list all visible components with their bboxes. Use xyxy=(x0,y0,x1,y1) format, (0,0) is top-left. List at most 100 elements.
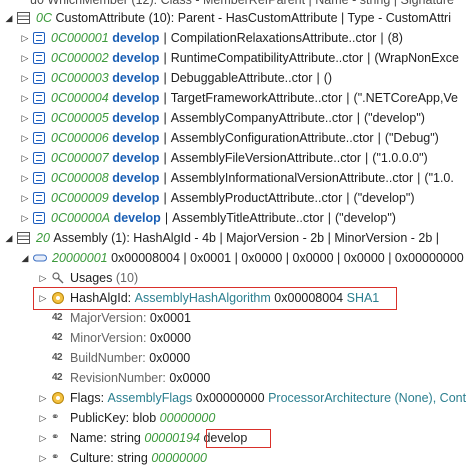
expand-arrow-icon[interactable]: ▷ xyxy=(38,293,48,303)
row-icon xyxy=(33,52,45,64)
row-arg: (".NETCoreApp,Ve xyxy=(353,91,459,105)
custom-attribute-row[interactable]: ▷ 0C000002 develop | RuntimeCompatibilityAt… xyxy=(0,48,476,68)
field-row[interactable]: 42 MinorVersion: 0x0000 xyxy=(0,328,476,348)
separator: | xyxy=(163,151,167,165)
row-name: develop xyxy=(112,171,160,185)
expand-arrow-icon[interactable]: ▷ xyxy=(38,273,48,283)
reference-icon: ⚭ xyxy=(51,452,60,463)
field-row[interactable]: 42 RevisionNumber: 0x0000 xyxy=(0,368,476,388)
name-string: develop xyxy=(203,431,248,445)
row-id: 0C000007 xyxy=(51,151,109,165)
hash-name: SHA1 xyxy=(346,291,380,305)
usages-node[interactable]: ▷ Usages (10) xyxy=(0,268,476,288)
expand-arrow-icon[interactable]: ▷ xyxy=(20,153,30,163)
custom-attribute-row[interactable]: ▷ 0C000003 develop | DebuggableAttribute..c… xyxy=(0,68,476,88)
custom-attribute-row[interactable]: ▷ 0C000004 develop | TargetFrameworkAttribu… xyxy=(0,88,476,108)
hashalgid-node[interactable]: ▷ HashAlgId: AssemblyHashAlgorithm 0x000… xyxy=(0,288,476,308)
separator: | xyxy=(163,171,167,185)
row-icon xyxy=(33,32,45,44)
flags-node[interactable]: ▷ Flags: AssemblyFlags 0x00000000 Proces… xyxy=(0,388,476,408)
field-label: BuildNumber: xyxy=(70,351,146,365)
separator: | xyxy=(164,211,169,225)
hash-label: HashAlgId: xyxy=(70,291,132,305)
expand-arrow-icon[interactable]: ▷ xyxy=(20,53,30,63)
field-row[interactable]: 42 BuildNumber: 0x0000 xyxy=(0,348,476,368)
custom-attribute-row[interactable]: ▷ 0C000007 develop | AssemblyFileVersionAtt… xyxy=(0,148,476,168)
expand-arrow-icon[interactable]: ▷ xyxy=(20,133,30,143)
expand-arrow-icon[interactable]: ▷ xyxy=(20,93,30,103)
custom-attribute-row[interactable]: ▷ 0C000009 develop | AssemblyProductAttribu… xyxy=(0,188,476,208)
number-icon: 42 xyxy=(52,372,63,383)
row-name: develop xyxy=(112,31,160,45)
field-row[interactable]: 42 MajorVersion: 0x0001 xyxy=(0,308,476,328)
tree-node-customattribute[interactable]: ◢ 0C CustomAttribute (10): Parent - HasC… xyxy=(0,8,476,28)
expand-arrow-icon[interactable]: ▷ xyxy=(38,453,48,463)
name-type: string xyxy=(110,431,141,445)
separator: | xyxy=(377,131,381,145)
field-label: MinorVersion: xyxy=(70,331,147,345)
row-arg: ("develop") xyxy=(363,111,425,125)
row-arg: ("1.0. xyxy=(424,171,454,185)
expand-arrow-icon[interactable]: ▷ xyxy=(20,193,30,203)
expand-arrow-icon[interactable]: ▷ xyxy=(20,173,30,183)
expand-arrow-icon[interactable]: ◢ xyxy=(4,233,14,243)
row-icon xyxy=(33,152,45,164)
custom-attribute-row[interactable]: ▷ 0C000006 develop | AssemblyConfigurationA… xyxy=(0,128,476,148)
custom-attribute-row[interactable]: ▷ 0C000001 develop | CompilationRelaxations… xyxy=(0,28,476,48)
separator: | xyxy=(163,191,167,205)
expand-arrow-icon[interactable]: ◢ xyxy=(20,253,30,263)
row-id: 0C000005 xyxy=(51,111,109,125)
usages-icon xyxy=(51,271,65,285)
assembly-row[interactable]: ◢ 20000001 0x00008004 | 0x0001 | 0x0000 … xyxy=(0,248,476,268)
custom-attribute-row[interactable]: ▷ 0C000005 develop | AssemblyCompanyAttribu… xyxy=(0,108,476,128)
expand-arrow-icon[interactable]: ◢ xyxy=(4,13,14,23)
row-icon xyxy=(33,192,45,204)
custom-attribute-row[interactable]: ▷ 0C000008 develop | AssemblyInformationalV… xyxy=(0,168,476,188)
flags-type: AssemblyFlags xyxy=(107,391,193,405)
field-value: 0x0000 xyxy=(169,371,211,385)
row-ctor: RuntimeCompatibilityAttribute..ctor xyxy=(170,51,364,65)
flags-label: Flags: xyxy=(70,391,105,405)
row-name: develop xyxy=(112,111,160,125)
field-value: 0x0001 xyxy=(149,311,191,325)
expand-arrow-icon[interactable]: ▷ xyxy=(20,213,30,223)
usages-count: (10) xyxy=(115,271,139,285)
separator: | xyxy=(346,91,350,105)
name-value: 00000194 xyxy=(144,431,200,445)
row-ctor: CompilationRelaxationsAttribute..ctor xyxy=(170,31,377,45)
expand-arrow-icon[interactable]: ▷ xyxy=(20,113,30,123)
field-label: MajorVersion: xyxy=(70,311,147,325)
row-icon xyxy=(33,172,45,184)
name-node[interactable]: ▷ ⚭ Name: string 00000194 develop xyxy=(0,428,476,448)
culture-label: Culture: xyxy=(70,451,114,465)
row-name: develop xyxy=(112,151,160,165)
field-value: 0x0000 xyxy=(149,331,191,345)
row-name: develop xyxy=(112,91,160,105)
culture-node[interactable]: ▷ ⚭ Culture: string 00000000 xyxy=(0,448,476,468)
row-icon xyxy=(33,252,47,264)
publickey-type: blob xyxy=(132,411,157,425)
publickey-label: PublicKey: xyxy=(70,411,130,425)
name-label: Name: xyxy=(70,431,107,445)
expand-arrow-icon[interactable]: ▷ xyxy=(38,393,48,403)
separator: | xyxy=(346,191,350,205)
expand-arrow-icon[interactable]: ▷ xyxy=(20,73,30,83)
row-icon xyxy=(33,112,45,124)
row-ctor: AssemblyTitleAttribute..ctor xyxy=(172,211,324,225)
row-name: develop xyxy=(112,71,160,85)
row-id: 0C00000A xyxy=(51,211,111,225)
row-ctor: AssemblyInformationalVersionAttribute..c… xyxy=(170,171,414,185)
row-ctor: AssemblyFileVersionAttribute..ctor xyxy=(170,151,362,165)
tree-node-assembly[interactable]: ◢ 20 Assembly (1): HashAlgId - 4b | Majo… xyxy=(0,228,476,248)
custom-attribute-row[interactable]: ▷ 0C00000A develop | AssemblyTitleAttribute… xyxy=(0,208,476,228)
expand-arrow-icon[interactable]: ▷ xyxy=(38,433,48,443)
enum-gear-icon xyxy=(51,291,65,305)
expand-arrow-icon[interactable]: ▷ xyxy=(20,33,30,43)
separator: | xyxy=(163,111,167,125)
row-icon xyxy=(33,212,45,224)
publickey-node[interactable]: ▷ ⚭ PublicKey: blob 00000000 xyxy=(0,408,476,428)
table-label: Assembly xyxy=(53,231,108,245)
table-index: 20 xyxy=(36,231,50,245)
row-arg: (8) xyxy=(387,31,403,45)
expand-arrow-icon[interactable]: ▷ xyxy=(38,413,48,423)
